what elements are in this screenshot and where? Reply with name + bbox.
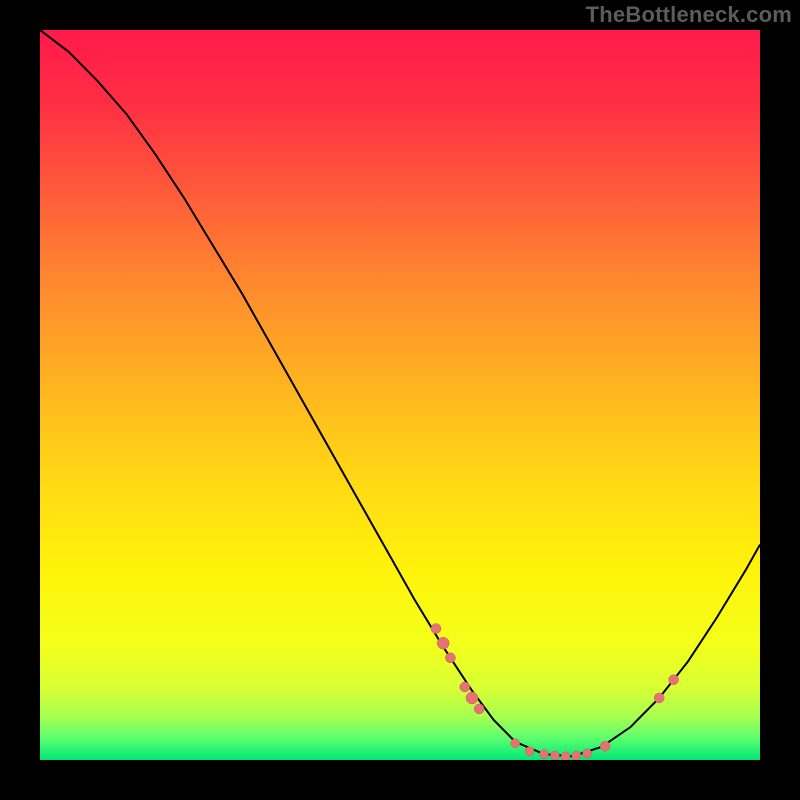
data-marker bbox=[445, 653, 455, 663]
gradient-background bbox=[40, 30, 760, 760]
data-marker bbox=[525, 747, 534, 756]
data-marker bbox=[561, 752, 570, 760]
data-marker bbox=[466, 692, 478, 704]
data-marker bbox=[572, 751, 581, 760]
data-marker bbox=[437, 637, 449, 649]
data-marker bbox=[431, 624, 441, 634]
watermark-label: TheBottleneck.com bbox=[586, 2, 792, 28]
data-marker bbox=[654, 693, 664, 703]
data-marker bbox=[540, 750, 549, 759]
data-marker bbox=[460, 682, 470, 692]
data-marker bbox=[474, 704, 484, 714]
data-marker bbox=[511, 739, 520, 748]
plot-area bbox=[40, 30, 760, 760]
chart-frame: TheBottleneck.com bbox=[0, 0, 800, 800]
chart-canvas bbox=[40, 30, 760, 760]
data-marker bbox=[669, 675, 679, 685]
data-marker bbox=[583, 749, 592, 758]
data-marker bbox=[550, 751, 559, 760]
data-marker bbox=[600, 741, 610, 751]
